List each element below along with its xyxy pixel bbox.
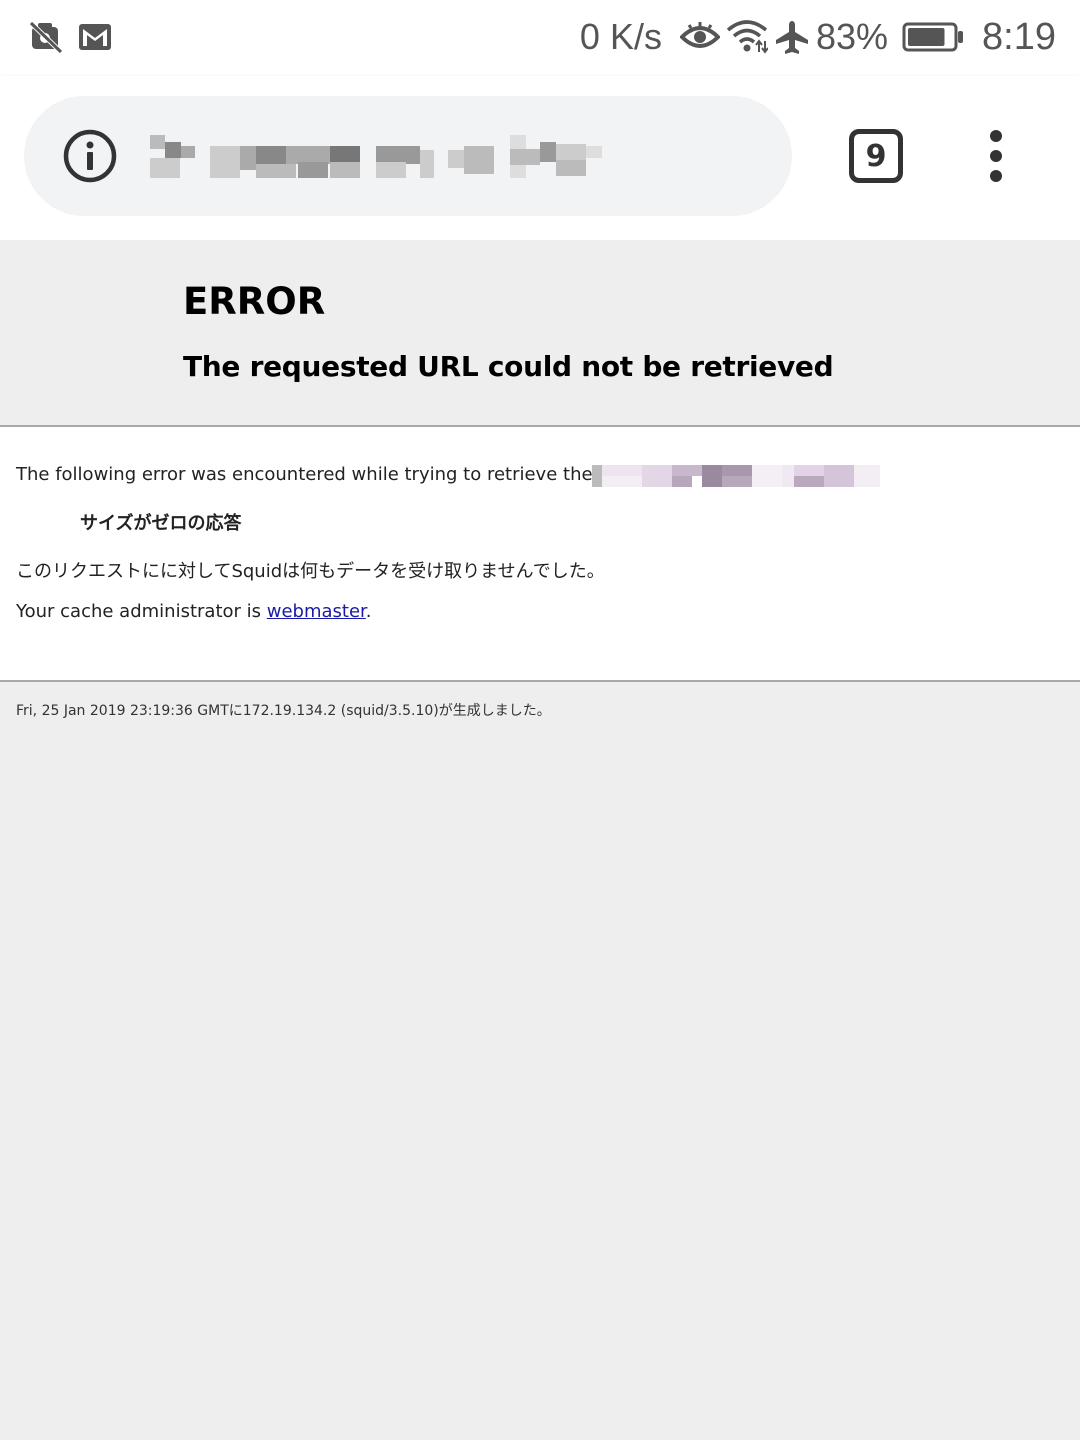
admin-suffix: . [365, 601, 372, 622]
webmaster-link[interactable]: webmaster [267, 601, 366, 622]
footer-generated-info: Fri, 25 Jan 2019 23:19:36 GMTに172.19.134… [16, 703, 551, 719]
divider [0, 680, 1080, 682]
battery-percent: 83% [815, 16, 889, 57]
error-title: ERROR [183, 280, 326, 323]
requested-url-redacted [592, 465, 880, 487]
battery-level-fill [908, 28, 945, 46]
address-bar[interactable] [24, 96, 792, 216]
status-indicators: 0 K/s 83% 8:19 [580, 12, 1056, 62]
error-description: このリクエストにに対してSquidは何もデータを受け取りませんでした。 [16, 561, 605, 582]
admin-line: Your cache administrator is webmaster. [16, 601, 372, 622]
browser-toolbar: 9 [0, 76, 1080, 240]
error-intro: The following error was encountered whil… [16, 464, 641, 485]
url-text-redacted[interactable] [148, 132, 608, 182]
airplane-mode-icon [775, 21, 808, 54]
info-icon[interactable] [62, 128, 118, 184]
error-header: ERROR The requested URL could not be ret… [0, 240, 1080, 426]
error-subtitle: The requested URL could not be retrieved [183, 350, 834, 383]
admin-prefix: Your cache administrator is [16, 601, 267, 622]
error-reason: サイズがゼロの応答 [80, 513, 242, 534]
battery-icon [902, 22, 964, 52]
unknown-app-off-icon [29, 21, 63, 54]
error-body: The following error was encountered whil… [0, 427, 1080, 680]
overflow-menu-icon[interactable] [982, 128, 1010, 184]
eye-comfort-icon [679, 22, 720, 48]
wifi-icon [726, 20, 768, 54]
tab-count: 9 [865, 138, 887, 174]
tab-switcher-button[interactable]: 9 [849, 129, 903, 183]
gmail-icon [79, 24, 111, 50]
clock: 8:19 [982, 15, 1056, 58]
notification-icons [28, 18, 112, 56]
status-bar: 0 K/s 83% 8:19 [0, 0, 1080, 76]
network-speed: 0 K/s [579, 16, 662, 57]
